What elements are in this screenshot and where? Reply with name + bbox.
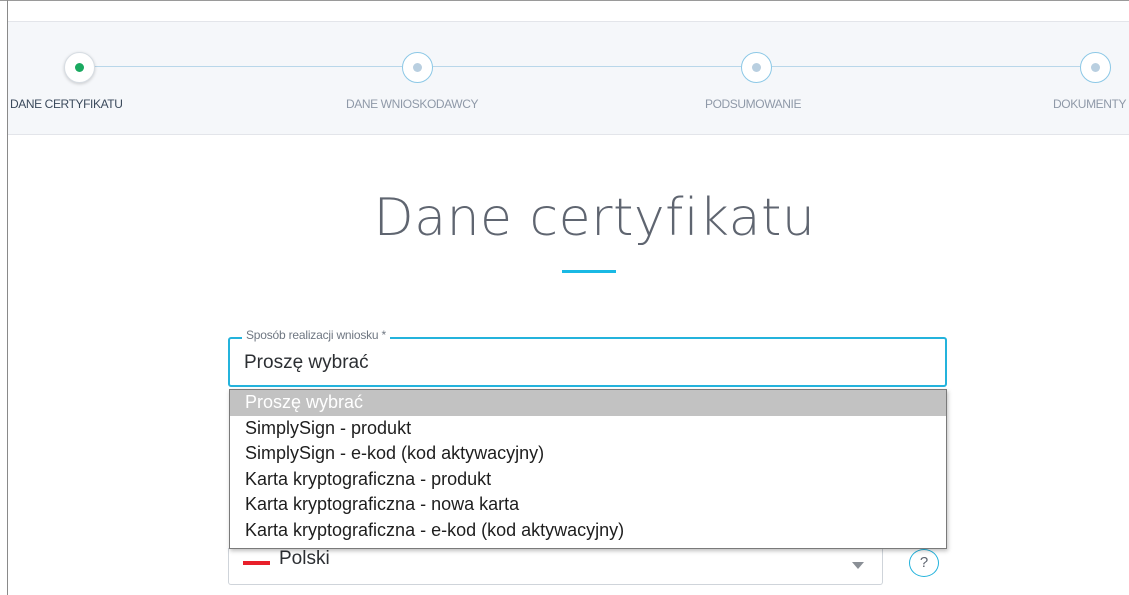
step-1-indicator[interactable] <box>64 52 95 83</box>
dropdown-option[interactable]: SimplySign - e-kod (kod aktywacyjny) <box>230 441 946 467</box>
step-connector <box>772 66 1080 67</box>
dropdown-option[interactable]: Karta kryptograficzna - nowa karta <box>230 492 946 518</box>
realization-method-dropdown: Proszę wybrać SimplySign - produkt Simpl… <box>229 389 947 549</box>
title-underline <box>562 270 616 273</box>
step-4-label: DOKUMENTY <box>1053 97 1127 111</box>
language-select[interactable]: Polski <box>228 548 883 585</box>
dropdown-option[interactable]: Karta kryptograficzna - produkt <box>230 467 946 493</box>
realization-method-value: Proszę wybrać <box>244 352 369 373</box>
language-select-value: Polski <box>279 548 330 569</box>
pending-step-dot-icon <box>752 63 761 72</box>
dropdown-option[interactable]: Karta kryptograficzna - e-kod (kod aktyw… <box>230 518 946 544</box>
step-connector <box>94 66 402 67</box>
realization-method-label: Sposób realizacji wniosku * <box>242 328 391 342</box>
help-button[interactable]: ? <box>909 549 939 577</box>
dropdown-option[interactable]: SimplySign - produkt <box>230 416 946 442</box>
pending-step-dot-icon <box>1091 63 1100 72</box>
step-2-indicator[interactable] <box>402 52 433 83</box>
pending-step-dot-icon <box>413 63 422 72</box>
step-connector <box>433 66 741 67</box>
step-3-label: PODSUMOWANIE <box>705 97 802 111</box>
dropdown-option[interactable]: Proszę wybrać <box>230 390 946 416</box>
chevron-down-icon[interactable] <box>852 562 864 569</box>
poland-flag-icon <box>243 561 270 565</box>
active-step-dot-icon <box>75 63 84 72</box>
step-4-indicator[interactable] <box>1080 52 1111 83</box>
step-2-label: DANE WNIOSKODAWCY <box>346 97 479 111</box>
progress-stepper: DANE CERTYFIKATU DANE WNIOSKODAWCY PODSU… <box>8 22 1129 135</box>
page-title: Dane certyfikatu <box>373 188 816 248</box>
step-1-label: DANE CERTYFIKATU <box>10 97 123 111</box>
realization-method-select[interactable]: Proszę wybrać <box>228 337 947 387</box>
step-3-indicator[interactable] <box>741 52 772 83</box>
